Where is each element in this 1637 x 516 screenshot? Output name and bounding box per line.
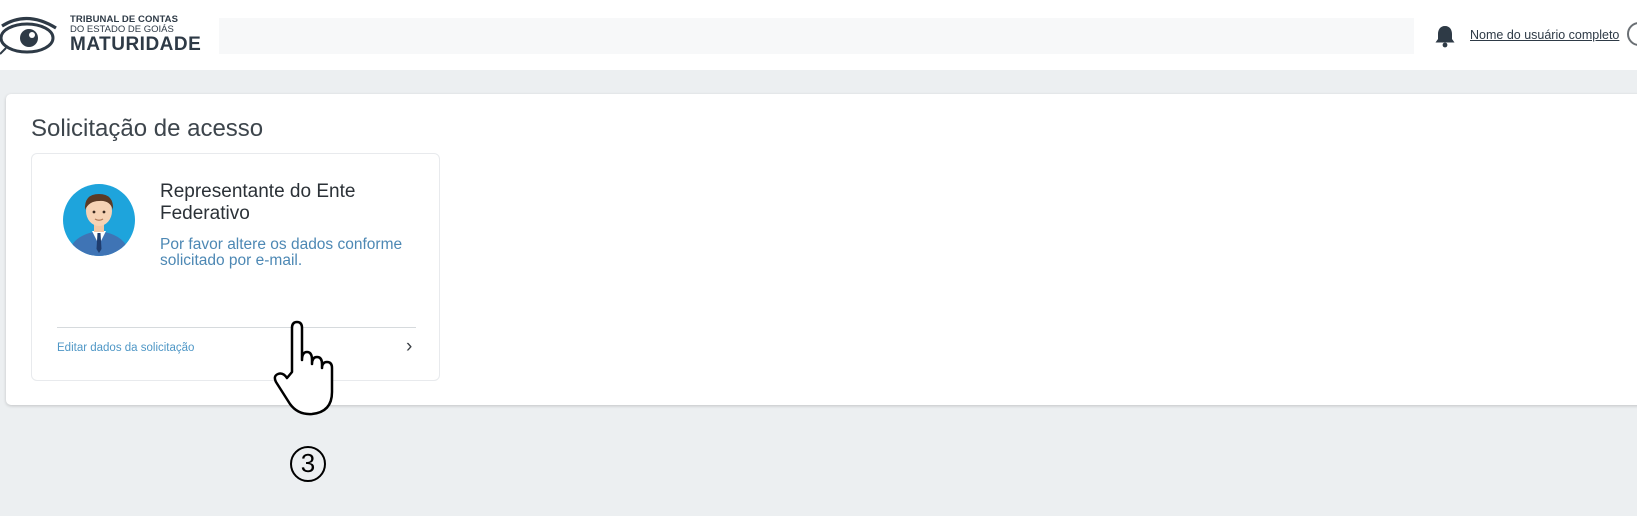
- header-search-strip: [219, 18, 1414, 54]
- step-number-badge: 3: [290, 446, 326, 482]
- top-bar: TRIBUNAL DE CONTAS DO ESTADO DE GOIÁS MA…: [0, 0, 1637, 70]
- access-request-card[interactable]: Representante do Ente Federativo Por fav…: [31, 153, 440, 381]
- user-name-link[interactable]: Nome do usuário completo: [1470, 28, 1619, 42]
- app-logo[interactable]: TRIBUNAL DE CONTAS DO ESTADO DE GOIÁS MA…: [0, 14, 210, 60]
- card-divider: [57, 327, 416, 328]
- card-title: Representante do Ente Federativo: [160, 181, 356, 224]
- user-avatar[interactable]: [1627, 22, 1637, 46]
- logo-text: TRIBUNAL DE CONTAS DO ESTADO DE GOIÁS MA…: [70, 14, 201, 55]
- bell-icon[interactable]: [1434, 24, 1456, 48]
- eye-logo-icon: [0, 16, 57, 55]
- page-title: Solicitação de acesso: [31, 115, 264, 142]
- chevron-right-icon[interactable]: ›: [406, 336, 412, 358]
- edit-request-link[interactable]: Editar dados da solicitação: [57, 342, 194, 354]
- logo-line-3: MATURIDADE: [70, 34, 202, 55]
- user-avatar-icon: [63, 184, 135, 256]
- card-description: Por favor altere os dados conforme solic…: [160, 236, 403, 269]
- hand-pointer-icon: [273, 320, 334, 416]
